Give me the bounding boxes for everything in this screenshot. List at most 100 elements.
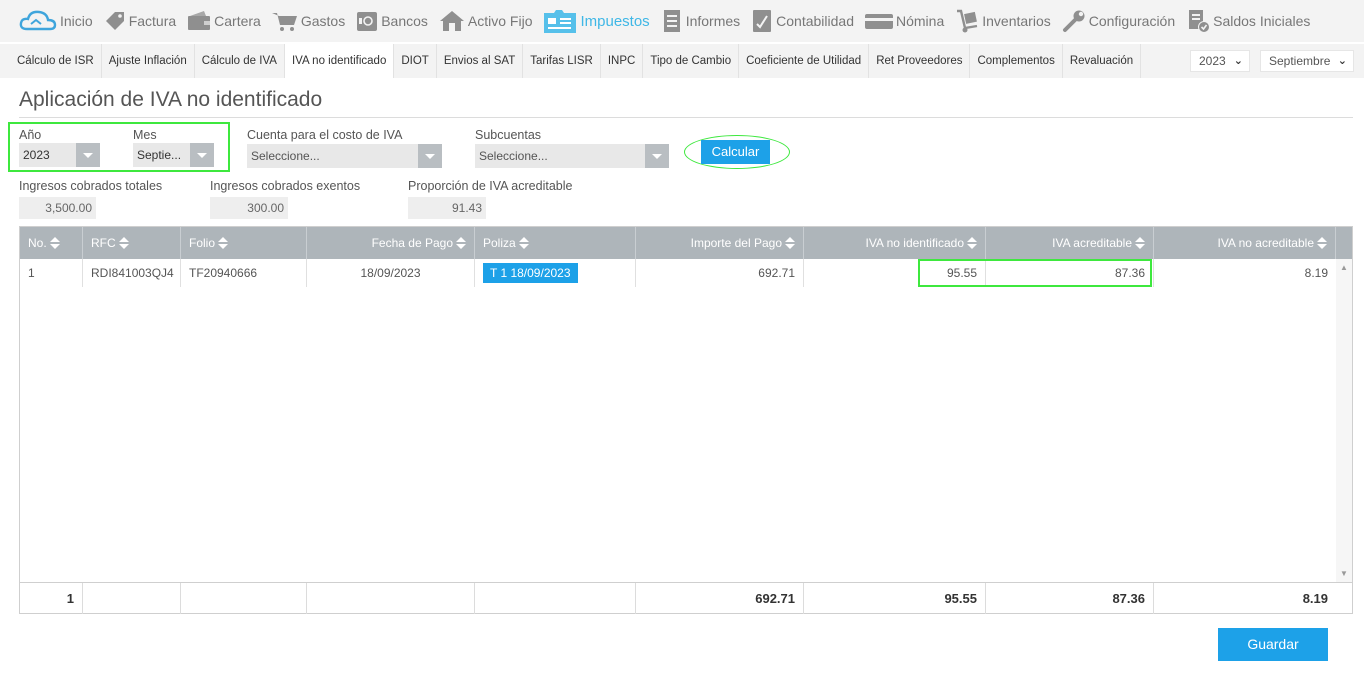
nav-informes[interactable]: Informes [660, 8, 740, 34]
month-select-top[interactable]: Septiembre ⌄ [1260, 50, 1354, 72]
nav-label: Impuestos [580, 12, 650, 30]
tab-inpc[interactable]: INPC [601, 44, 644, 78]
nav-bancos[interactable]: Bancos [355, 9, 428, 33]
tab-coeficiente-utilidad[interactable]: Coeficiente de Utilidad [739, 44, 870, 78]
col-header-folio[interactable]: Folio [181, 227, 307, 259]
nav-gastos[interactable]: Gastos [271, 9, 345, 33]
iva-values-highlight [918, 259, 1152, 287]
guardar-button[interactable]: Guardar [1218, 628, 1328, 661]
footer-count: 1 [20, 583, 83, 614]
tab-iva-no-identificado[interactable]: IVA no identificado [284, 44, 395, 78]
nav-nomina[interactable]: Nómina [864, 9, 944, 33]
header-label: IVA no acreditable [1217, 236, 1314, 250]
nav-label: Saldos Iniciales [1213, 13, 1311, 29]
cell-fecha: 18/09/2023 [307, 259, 475, 287]
year-select-value: 2023 [23, 148, 50, 162]
nav-inicio[interactable]: Inicio [18, 8, 93, 34]
col-header-no[interactable]: No. [20, 227, 83, 259]
scroll-down-icon[interactable]: ▼ [1340, 569, 1348, 578]
cuenta-select[interactable]: Seleccione... [247, 144, 442, 168]
cell-iva-no-acreditable: 8.19 [1304, 266, 1328, 280]
month-select[interactable]: Septie... [133, 143, 214, 167]
dropdown-arrow-icon[interactable] [76, 143, 100, 167]
dropdown-arrow-icon[interactable] [190, 143, 214, 167]
col-header-importe[interactable]: Importe del Pago [636, 227, 804, 259]
col-header-iva-acreditable[interactable]: IVA acreditable [986, 227, 1154, 259]
card-icon [864, 9, 894, 33]
nav-label: Factura [128, 13, 177, 29]
tab-complementos[interactable]: Complementos [970, 44, 1063, 78]
subcuentas-select[interactable]: Seleccione... [475, 144, 669, 168]
footer-iva-no-identificado: 95.55 [804, 583, 986, 614]
cloud-icon [18, 8, 58, 34]
ledger-icon [750, 8, 774, 34]
nav-contabilidad[interactable]: Contabilidad [750, 8, 854, 34]
col-header-iva-no-identificado[interactable]: IVA no identificado [804, 227, 986, 259]
tab-ret-proveedores[interactable]: Ret Proveedores [869, 44, 971, 78]
title-divider [19, 117, 1353, 118]
scroll-up-icon[interactable]: ▲ [1340, 263, 1348, 272]
nav-configuracion[interactable]: Configuración [1061, 8, 1175, 34]
nav-label: Inicio [60, 13, 93, 29]
tab-tarifas-lisr[interactable]: Tarifas LISR [523, 44, 601, 78]
nav-cartera[interactable]: Cartera [186, 9, 261, 33]
nav-factura[interactable]: Factura [103, 9, 176, 33]
sort-icon [218, 237, 229, 250]
header-label: Folio [189, 236, 216, 250]
nav-inventarios[interactable]: Inventarios [954, 8, 1051, 34]
tab-tipo-cambio[interactable]: Tipo de Cambio [643, 44, 740, 78]
nav-saldos-iniciales[interactable]: Saldos Iniciales [1185, 8, 1310, 34]
tax-folder-icon [542, 7, 578, 35]
col-header-poliza[interactable]: Poliza [475, 227, 636, 259]
footer-empty [181, 583, 307, 614]
subcuentas-label: Subcuentas [475, 128, 542, 142]
col-header-fecha[interactable]: Fecha de Pago [307, 227, 475, 259]
proporcion-label: Proporción de IVA acreditable [408, 179, 573, 193]
col-header-rfc[interactable]: RFC [83, 227, 181, 259]
calcular-button[interactable]: Calcular [701, 140, 770, 164]
cell-poliza: T 1 18/09/2023 [475, 259, 636, 287]
main-nav: Inicio Factura Cartera Gastos Bancos Act… [0, 0, 1364, 42]
nav-label: Cartera [214, 13, 261, 29]
tab-diot[interactable]: DIOT [394, 44, 437, 78]
tab-envios-sat[interactable]: Envios al SAT [437, 44, 524, 78]
nav-impuestos[interactable]: Impuestos [542, 7, 650, 35]
footer-empty [475, 583, 636, 614]
year-select[interactable]: 2023 [19, 143, 100, 167]
footer-empty [307, 583, 475, 614]
chevron-down-icon: ⌄ [1233, 55, 1243, 67]
wrench-icon [1061, 8, 1087, 34]
proporcion-field: 91.43 [408, 197, 486, 219]
iva-grid: No. RFC Folio Fecha de Pago Poliza Impor… [19, 226, 1353, 614]
tab-calculo-iva[interactable]: Cálculo de IVA [195, 44, 285, 78]
header-label: No. [28, 236, 47, 250]
tab-revaluacion[interactable]: Revaluación [1063, 44, 1142, 78]
report-icon [660, 8, 684, 34]
header-label: IVA no identificado [865, 236, 964, 250]
nav-activo-fijo[interactable]: Activo Fijo [438, 9, 533, 33]
nav-label: Gastos [300, 13, 346, 29]
year-select-top[interactable]: 2023 ⌄ [1190, 50, 1250, 72]
cart-icon [271, 9, 299, 33]
sort-icon [118, 237, 129, 250]
nav-label: Activo Fijo [467, 13, 533, 29]
cell-no: 1 [20, 259, 83, 287]
header-label: IVA acreditable [1052, 236, 1132, 250]
poliza-link-button[interactable]: T 1 18/09/2023 [483, 263, 578, 283]
tab-calculo-isr[interactable]: Cálculo de ISR [10, 44, 102, 78]
col-header-iva-no-acreditable[interactable]: IVA no acreditable [1154, 227, 1336, 259]
sort-icon [785, 237, 795, 250]
dropdown-arrow-icon[interactable] [418, 144, 442, 168]
header-label: Importe del Pago [690, 236, 782, 250]
dropdown-arrow-icon[interactable] [645, 144, 669, 168]
grid-scrollbar[interactable]: ▲ ▼ [1336, 259, 1352, 582]
nav-label: Nómina [896, 13, 945, 29]
chevron-down-icon: ⌄ [1337, 55, 1347, 67]
ingresos-totales-label: Ingresos cobrados totales [19, 179, 163, 193]
sub-tabs-bar: Cálculo de ISR Ajuste Inflación Cálculo … [0, 44, 1364, 78]
cell-rfc: RDI841003QJ4 [83, 259, 181, 287]
tab-list: Cálculo de ISR Ajuste Inflación Cálculo … [10, 44, 1142, 78]
nav-label: Informes [685, 13, 741, 29]
sort-icon [967, 237, 977, 250]
tab-ajuste-inflacion[interactable]: Ajuste Inflación [102, 44, 195, 78]
